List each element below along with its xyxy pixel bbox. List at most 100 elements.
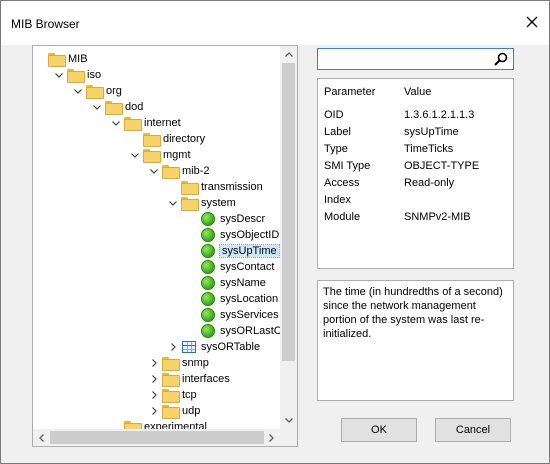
tree-node-label: org — [106, 85, 122, 97]
tree-node-label: mgmt — [163, 149, 191, 161]
leaf-icon — [201, 276, 215, 290]
tree-node-label: dod — [125, 101, 144, 113]
folder-icon — [162, 357, 180, 371]
tree-node-label: udp — [182, 405, 201, 417]
window-title: MIB Browser — [11, 17, 80, 31]
tree-node-label: directory — [163, 133, 206, 145]
chevron-down-icon[interactable] — [168, 195, 178, 211]
leaf-icon — [201, 244, 215, 258]
chevron-down-icon[interactable] — [111, 115, 121, 131]
search-input[interactable] — [318, 49, 488, 69]
property-row: OID 1.3.6.1.2.1.1.3 — [324, 106, 509, 123]
tree-node[interactable]: sysUpTime — [187, 243, 280, 259]
tree-node[interactable]: sysDescr — [187, 211, 265, 227]
tree-node-label: sysObjectID — [220, 229, 280, 241]
tree-node[interactable]: sysLocation — [187, 291, 278, 307]
folder-icon — [181, 181, 199, 195]
chevron-right-icon[interactable] — [149, 387, 159, 403]
tree-node-label: mib-2 — [182, 165, 210, 177]
properties-header: Parameter Value — [324, 86, 509, 102]
ok-button[interactable]: OK — [341, 418, 417, 442]
folder-icon — [67, 69, 85, 83]
tree-node-label: sysName — [220, 277, 266, 289]
property-name: OID — [324, 108, 344, 121]
tree-node[interactable]: sysObjectID — [187, 227, 279, 243]
title-bar[interactable]: MIB Browser — [1, 1, 549, 45]
tree-node[interactable]: interfaces — [149, 371, 230, 387]
tree-node[interactable]: MIB — [35, 51, 88, 67]
property-row: SMI Type OBJECT-TYPE — [324, 157, 509, 174]
folder-icon — [162, 405, 180, 419]
folder-icon — [162, 165, 180, 179]
search-box — [317, 48, 514, 70]
chevron-right-icon[interactable] — [149, 371, 159, 387]
parameter-column-header: Parameter — [324, 86, 376, 98]
horizontal-scrollbar[interactable] — [33, 429, 297, 446]
table-icon — [182, 341, 196, 353]
scroll-left-arrow[interactable] — [33, 429, 50, 446]
tree-node[interactable]: mgmt — [130, 147, 191, 163]
tree-node[interactable]: udp — [149, 403, 200, 419]
search-button[interactable] — [492, 51, 510, 67]
tree-node[interactable]: transmission — [168, 179, 263, 195]
property-value: TimeTicks — [404, 142, 454, 155]
property-value: 1.3.6.1.2.1.1.3 — [404, 108, 475, 121]
tree-node[interactable]: org — [73, 83, 122, 99]
scroll-down-arrow[interactable] — [280, 412, 297, 429]
chevron-right-icon[interactable] — [149, 355, 159, 371]
tree-node[interactable]: tcp — [149, 387, 197, 403]
property-name: Label — [324, 125, 351, 138]
tree-node[interactable]: sysServices — [187, 307, 279, 323]
scroll-right-arrow[interactable] — [263, 429, 280, 446]
tree-node-label: snmp — [182, 357, 209, 369]
chevron-down-icon[interactable] — [130, 147, 140, 163]
property-row: Type TimeTicks — [324, 140, 509, 157]
tree-node-label: MIB — [68, 53, 88, 65]
chevron-down-icon[interactable] — [92, 99, 102, 115]
chevron-down-icon[interactable] — [149, 163, 159, 179]
chevron-down-icon[interactable] — [73, 83, 83, 99]
property-name: Type — [324, 142, 348, 155]
tree-node[interactable]: iso — [54, 67, 101, 83]
chevron-down-icon[interactable] — [54, 67, 64, 83]
tree-node-label: transmission — [201, 181, 263, 193]
tree-node[interactable]: internet — [111, 115, 181, 131]
description-box: The time (in hundredths of a second) sin… — [317, 280, 514, 401]
tree-node[interactable]: system — [168, 195, 236, 211]
tree-node[interactable]: snmp — [149, 355, 209, 371]
tree-node[interactable]: sysORTable — [168, 339, 260, 355]
property-row: Module SNMPv2-MIB — [324, 208, 509, 225]
tree-node[interactable]: sysContact — [187, 259, 274, 275]
tree-node-label: sysDescr — [220, 213, 266, 225]
tree-node-label: system — [201, 197, 236, 209]
tree-node[interactable]: mib-2 — [149, 163, 210, 179]
tree-node[interactable]: sysName — [187, 275, 266, 291]
vertical-scroll-thumb[interactable] — [282, 63, 295, 361]
horizontal-scroll-thumb[interactable] — [50, 431, 264, 444]
scroll-up-arrow[interactable] — [280, 46, 297, 63]
chevron-right-icon[interactable] — [149, 403, 159, 419]
close-icon — [526, 16, 538, 28]
leaf-icon — [201, 260, 215, 274]
mib-tree[interactable]: MIB iso org dod internet directory mgmt mib-2 tr… — [32, 45, 298, 447]
chevron-right-icon — [269, 433, 274, 442]
vertical-scrollbar[interactable] — [280, 46, 297, 429]
close-button[interactable] — [515, 7, 549, 37]
folder-icon — [181, 197, 199, 211]
folder-icon — [143, 149, 161, 163]
tree-node-label: sysContact — [220, 261, 275, 273]
tree-node[interactable]: directory — [130, 131, 205, 147]
chevron-right-icon[interactable] — [168, 339, 178, 355]
tree-node[interactable]: dod — [92, 99, 143, 115]
mib-browser-window: MIB Browser MIB iso org dod internet director… — [0, 0, 550, 464]
leaf-icon — [201, 212, 215, 226]
property-row: Access Read-only — [324, 174, 509, 191]
cancel-button[interactable]: Cancel — [435, 418, 511, 442]
value-column-header: Value — [404, 86, 432, 98]
property-value: SNMPv2-MIB — [404, 210, 471, 223]
